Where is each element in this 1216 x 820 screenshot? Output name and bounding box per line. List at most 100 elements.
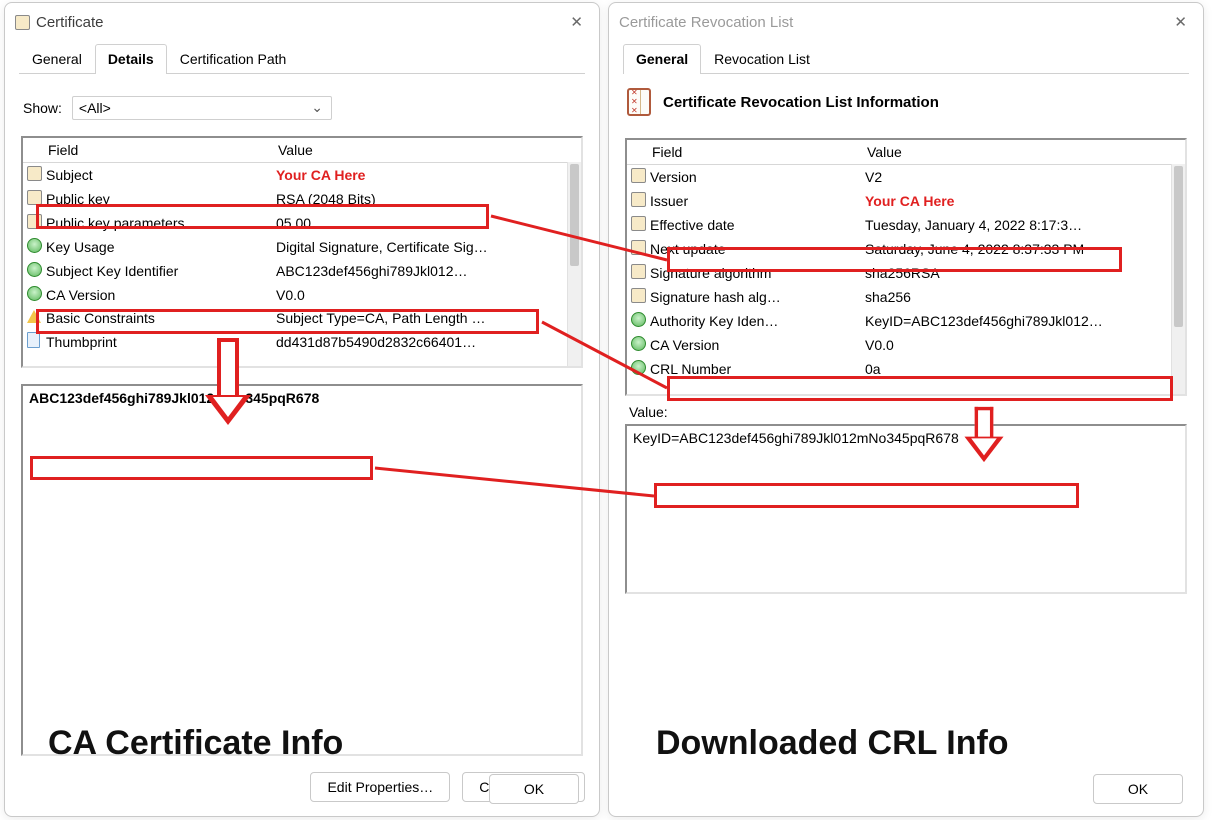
field-value: Digital Signature, Certificate Sig… [272,235,581,259]
field-name: Public key [42,187,272,211]
extension-icon [631,336,646,351]
arrow-down-icon [205,338,251,425]
show-combobox[interactable]: <All> [72,96,332,120]
field-icon [27,214,42,229]
table-row[interactable]: Signature algorithmsha256RSA [627,261,1185,285]
ok-button-wrap: OK [489,774,579,804]
field-icon [631,216,646,231]
field-name: CRL Number [646,357,861,381]
extension-icon [27,238,42,253]
field-name: Signature hash alg… [646,285,861,309]
detail-value: KeyID=ABC123def456ghi789Jkl012mNo345pqR6… [633,430,959,446]
ok-button[interactable]: OK [489,774,579,804]
ok-button-wrap: OK [1093,774,1183,804]
ok-button[interactable]: OK [1093,774,1183,804]
field-icon [27,190,42,205]
detail-text-area[interactable]: KeyID=ABC123def456ghi789Jkl012mNo345pqR6… [625,424,1187,594]
col-field[interactable]: Field [646,140,861,165]
scrollbar[interactable] [1171,164,1185,394]
field-name: Basic Constraints [42,307,272,329]
field-name: Subject [42,163,272,188]
table-row[interactable]: Thumbprintdd431d87b5490d2832c66401… [23,329,581,354]
field-value: KeyID=ABC123def456ghi789Jkl012… [861,309,1185,333]
field-table: Field Value VersionV2IssuerYour CA HereE… [625,138,1187,396]
titlebar-left: Certificate [15,14,104,31]
titlebar: Certificate ✕ [5,3,599,39]
field-value: V0.0 [861,333,1185,357]
certificate-fields-table: Field Value SubjectYour CA HerePublic ke… [23,138,581,354]
titlebar: Certificate Revocation List ✕ [609,3,1203,39]
tabstrip: General Details Certification Path [19,43,585,74]
field-value: ABC123def456ghi789Jkl012… [272,259,581,283]
close-icon[interactable]: ✕ [1168,11,1193,33]
field-value: sha256 [861,285,1185,309]
tab-general[interactable]: General [623,44,701,74]
col-value[interactable]: Value [272,138,581,163]
show-row: Show: <All> [23,96,581,120]
table-row[interactable]: Authority Key Iden…KeyID=ABC123def456ghi… [627,309,1185,333]
field-icon [631,168,646,183]
tab-revocation-list[interactable]: Revocation List [701,44,823,74]
info-title: Certificate Revocation List Information [663,94,939,111]
field-name: Key Usage [42,235,272,259]
table-row[interactable]: CRL Number0a [627,357,1185,381]
tab-general[interactable]: General [19,44,95,74]
table-row[interactable]: SubjectYour CA Here [23,163,581,188]
table-row[interactable]: Subject Key IdentifierABC123def456ghi789… [23,259,581,283]
warning-icon [27,310,41,323]
edit-properties-button[interactable]: Edit Properties… [310,772,450,802]
field-value: 05 00 [272,211,581,235]
field-name: Subject Key Identifier [42,259,272,283]
field-icon [631,264,646,279]
table-row[interactable]: Public key parameters05 00 [23,211,581,235]
field-icon [27,166,42,181]
field-value: V0.0 [272,283,581,307]
table-row[interactable]: Effective dateTuesday, January 4, 2022 8… [627,213,1185,237]
detail-text-area[interactable]: ABC123def456ghi789Jkl012mNo345pqR678 [21,384,583,756]
table-row[interactable]: Key UsageDigital Signature, Certificate … [23,235,581,259]
close-icon[interactable]: ✕ [564,11,589,33]
table-row[interactable]: CA VersionV0.0 [23,283,581,307]
dialog-title: Certificate Revocation List [619,14,793,31]
crl-fields-table: Field Value VersionV2IssuerYour CA HereE… [627,140,1185,381]
info-header: Certificate Revocation List Information [627,88,1185,116]
field-value: dd431d87b5490d2832c66401… [272,329,581,354]
arrow-down-icon [964,407,1003,462]
field-value: 0a [861,357,1185,381]
field-table: Field Value SubjectYour CA HerePublic ke… [21,136,583,368]
field-name: CA Version [646,333,861,357]
field-value: Your CA Here [861,189,1185,213]
table-row[interactable]: Basic ConstraintsSubject Type=CA, Path L… [23,307,581,329]
scrollbar[interactable] [567,162,581,366]
col-field[interactable]: Field [42,138,272,163]
tabstrip: General Revocation List [623,43,1189,74]
table-row[interactable]: Signature hash alg…sha256 [627,285,1185,309]
table-row[interactable]: Public keyRSA (2048 Bits) [23,187,581,211]
extension-icon [27,262,42,277]
value-label: Value: [629,404,1187,420]
tab-details[interactable]: Details [95,44,167,74]
extension-icon [27,286,42,301]
crl-dialog: Certificate Revocation List ✕ General Re… [608,2,1204,817]
tab-certification-path[interactable]: Certification Path [167,44,300,74]
field-value: Tuesday, January 4, 2022 8:17:3… [861,213,1185,237]
field-icon [631,288,646,303]
certificate-dialog: Certificate ✕ General Details Certificat… [4,2,600,817]
titlebar-left: Certificate Revocation List [619,14,793,31]
field-value: sha256RSA [861,261,1185,285]
extension-icon [631,312,646,327]
table-row[interactable]: VersionV2 [627,165,1185,190]
field-name: CA Version [42,283,272,307]
table-row[interactable]: CA VersionV0.0 [627,333,1185,357]
crl-icon [627,88,651,116]
col-value[interactable]: Value [861,140,1185,165]
table-row[interactable]: Next updateSaturday, June 4, 2022 8:37:3… [627,237,1185,261]
field-name: Version [646,165,861,190]
field-name: Authority Key Iden… [646,309,861,333]
dialog-title: Certificate [36,14,104,31]
extension-icon [631,360,646,375]
table-row[interactable]: IssuerYour CA Here [627,189,1185,213]
field-value: Subject Type=CA, Path Length … [272,307,581,329]
detail-value: ABC123def456ghi789Jkl012mNo345pqR678 [29,390,319,406]
field-icon [631,192,646,207]
